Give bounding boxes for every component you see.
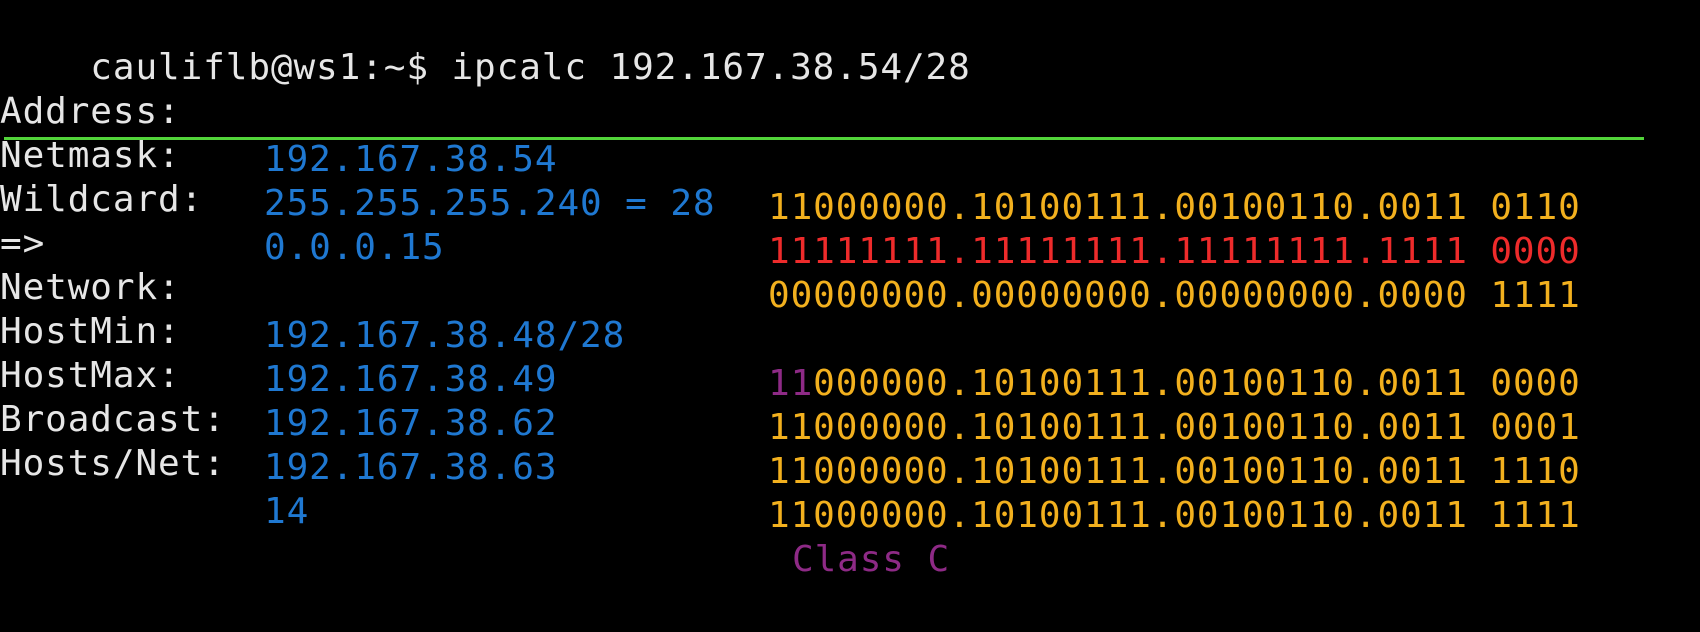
hostmax-value: 192.167.38.62: [264, 403, 558, 444]
wildcard-value: 0.0.0.15: [264, 227, 445, 268]
address-binary: 11000000.10100111.00100110.0011 0110: [768, 187, 1581, 228]
hostmin-row: HostMin: 192.167.38.49 11000000.10100111…: [0, 260, 1580, 448]
network-binary-rest: 000000.10100111.00100110.0011 0000: [813, 363, 1581, 404]
hostmin-value: 192.167.38.49: [264, 359, 558, 400]
hosts-row: Hosts/Net: 14 Class C: [0, 392, 949, 580]
hostmax-binary: 11000000.10100111.00100110.0011 1110: [768, 451, 1581, 492]
command-line: cauliflb@ws1:~$ ipcalc 192.167.38.54/28: [0, 0, 971, 88]
broadcast-row: Broadcast: 192.167.38.63 11000000.101001…: [0, 348, 1580, 536]
network-binary: 11000000.10100111.00100110.0011 0000: [768, 360, 1581, 408]
terminal-window[interactable]: cauliflb@ws1:~$ ipcalc 192.167.38.54/28 …: [0, 0, 1700, 580]
wildcard-binary: 00000000.00000000.00000000.0000 1111: [768, 275, 1581, 316]
hosts-value: 14: [264, 491, 310, 532]
network-row: Network: 192.167.38.48/28 11000000.10100…: [0, 216, 1580, 404]
netmask-binary: 11111111.11111111.11111111.1111 0000: [768, 231, 1581, 272]
netmask-row: Netmask: 255.255.255.240 = 28 11111111.1…: [0, 84, 1580, 272]
network-binary-class-bits: 11: [768, 363, 814, 404]
network-class-label: Class C: [792, 539, 951, 580]
hosts-label: Hosts/Net:: [0, 443, 226, 484]
command-text: ipcalc 192.167.38.54/28: [451, 47, 971, 88]
network-value: 192.167.38.48/28: [264, 315, 626, 356]
address-row: Address: 192.167.38.54 11000000.10100111…: [0, 40, 1580, 228]
netmask-value: 255.255.255.240 = 28: [264, 183, 716, 224]
arrow-row: =>: [0, 172, 90, 264]
broadcast-binary: 11000000.10100111.00100110.0011 1111: [768, 495, 1581, 536]
wildcard-row: Wildcard: 0.0.0.15 00000000.00000000.000…: [0, 128, 1580, 316]
broadcast-value: 192.167.38.63: [264, 447, 558, 488]
address-value: 192.167.38.54: [264, 139, 558, 180]
shell-prompt: cauliflb@ws1:~$: [90, 47, 452, 88]
hostmax-row: HostMax: 192.167.38.62 11000000.10100111…: [0, 304, 1580, 492]
hostmin-binary: 11000000.10100111.00100110.0011 0001: [768, 407, 1581, 448]
highlight-underline: [4, 137, 1644, 140]
